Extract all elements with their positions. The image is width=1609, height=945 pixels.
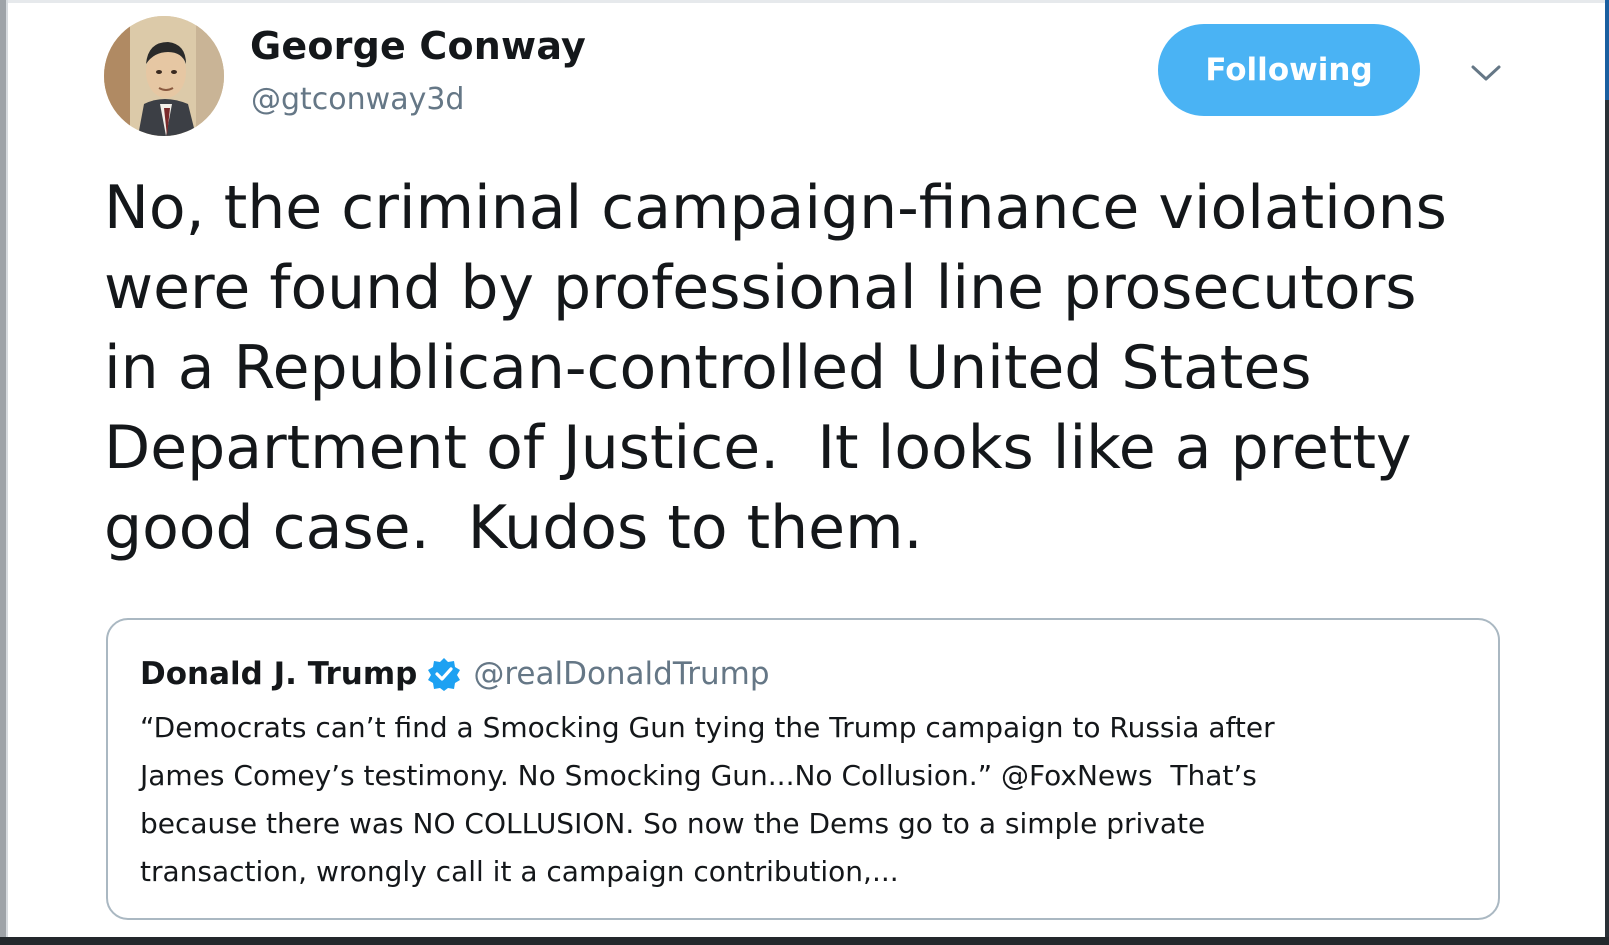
chevron-down-icon (1471, 65, 1501, 81)
tweet-text: No, the criminal campaign-finance violat… (104, 168, 1544, 568)
avatar-portrait-icon (104, 16, 224, 136)
quoted-text-line: James Comey’s testimony. No Smocking Gun… (140, 759, 1257, 792)
author-name[interactable]: George Conway (250, 24, 586, 68)
tweet-text-line: in a Republican-controlled United States (104, 333, 1312, 403)
verified-badge-icon (427, 657, 461, 691)
tweet-text-line: good case. Kudos to them. (104, 493, 923, 563)
quoted-tweet-text: “Democrats can’t find a Smocking Gun tyi… (140, 704, 1480, 896)
tweet-text-line: Department of Justice. It looks like a p… (104, 413, 1412, 483)
window-bottom-border (0, 937, 1609, 945)
quoted-author-name: Donald J. Trump (140, 656, 418, 692)
quoted-tweet-header: Donald J. Trump @realDonaldTrump (140, 656, 770, 692)
window-right-border (1605, 0, 1609, 945)
quoted-text-line: transaction, wrongly call it a campaign … (140, 855, 899, 888)
tweet-text-line: were found by professional line prosecut… (104, 253, 1417, 323)
tweet-text-line: No, the criminal campaign-finance violat… (104, 173, 1447, 243)
quoted-author-handle: @realDonaldTrump (473, 656, 770, 692)
tweet-menu-button[interactable] (1466, 58, 1506, 88)
quoted-tweet-card[interactable]: Donald J. Trump @realDonaldTrump “Democr… (106, 618, 1500, 920)
author-avatar[interactable] (104, 16, 224, 136)
window-right-accent (1605, 0, 1609, 100)
window-top-border (0, 0, 1609, 3)
following-button[interactable]: Following (1158, 24, 1420, 116)
quoted-text-line: “Democrats can’t find a Smocking Gun tyi… (140, 711, 1275, 744)
tweet-screenshot: George Conway @gtconway3d Following No, … (0, 0, 1609, 945)
quoted-text-line: because there was NO COLLUSION. So now t… (140, 807, 1206, 840)
author-handle[interactable]: @gtconway3d (251, 82, 464, 117)
window-left-border-highlight (6, 0, 8, 945)
